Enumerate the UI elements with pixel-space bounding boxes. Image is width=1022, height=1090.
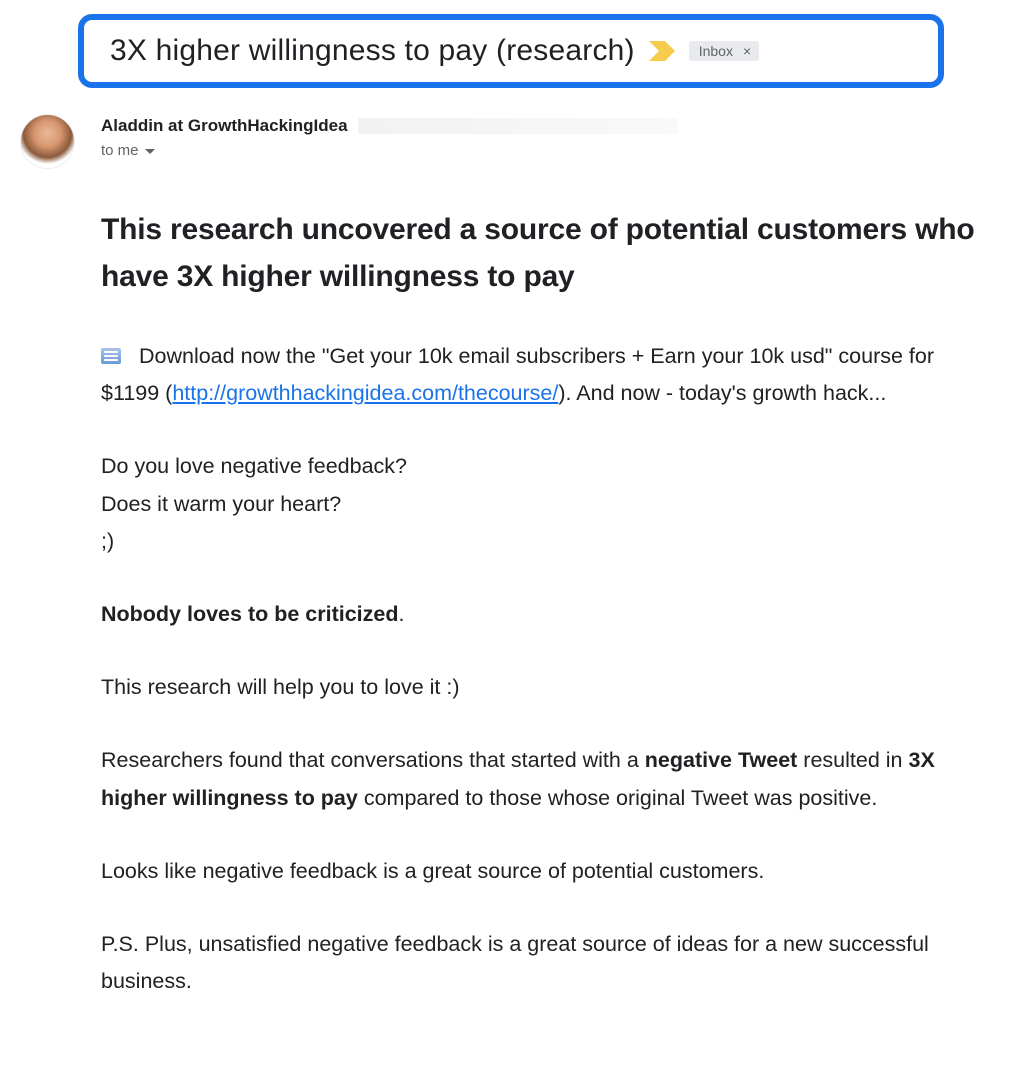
- document-icon: [101, 348, 121, 364]
- sender-email-redacted: [358, 118, 678, 134]
- email-header: Aladdin at GrowthHackingIdea to me: [0, 114, 1022, 169]
- wink-line: ;): [101, 523, 982, 560]
- looks-like-line: Looks like negative feedback is a great …: [101, 853, 982, 890]
- important-marker-icon[interactable]: [649, 41, 675, 61]
- recipient-line[interactable]: to me: [101, 142, 1002, 159]
- sender-name[interactable]: Aladdin at GrowthHackingIdea: [101, 116, 348, 136]
- inbox-label-text: Inbox: [699, 43, 733, 59]
- criticized-line: Nobody loves to be criticized.: [101, 596, 982, 633]
- chevron-down-icon: [145, 149, 155, 154]
- email-meta: Aladdin at GrowthHackingIdea to me: [101, 114, 1002, 159]
- research-paragraph: Researchers found that conversations tha…: [101, 742, 982, 816]
- email-subject: 3X higher willingness to pay (research): [110, 34, 635, 68]
- ps-line: P.S. Plus, unsatisfied negative feedback…: [101, 926, 982, 1000]
- close-icon[interactable]: ×: [739, 43, 755, 59]
- email-subject-bar: 3X higher willingness to pay (research) …: [78, 14, 944, 88]
- sender-avatar[interactable]: [20, 114, 75, 169]
- love-it-line: This research will help you to love it :…: [101, 669, 982, 706]
- intro-paragraph: Download now the "Get your 10k email sub…: [101, 338, 982, 412]
- course-link[interactable]: http://growthhackingidea.com/thecourse/: [172, 381, 558, 405]
- body-heading: This research uncovered a source of pote…: [101, 207, 982, 300]
- sender-line: Aladdin at GrowthHackingIdea: [101, 116, 1002, 136]
- recipient-text: to me: [101, 142, 139, 159]
- body-text: Download now the "Get your 10k email sub…: [101, 338, 982, 1000]
- question-line-2: Does it warm your heart?: [101, 486, 982, 523]
- question-line-1: Do you love negative feedback?: [101, 448, 982, 485]
- inbox-label[interactable]: Inbox ×: [689, 41, 759, 61]
- email-body: This research uncovered a source of pote…: [101, 207, 982, 1000]
